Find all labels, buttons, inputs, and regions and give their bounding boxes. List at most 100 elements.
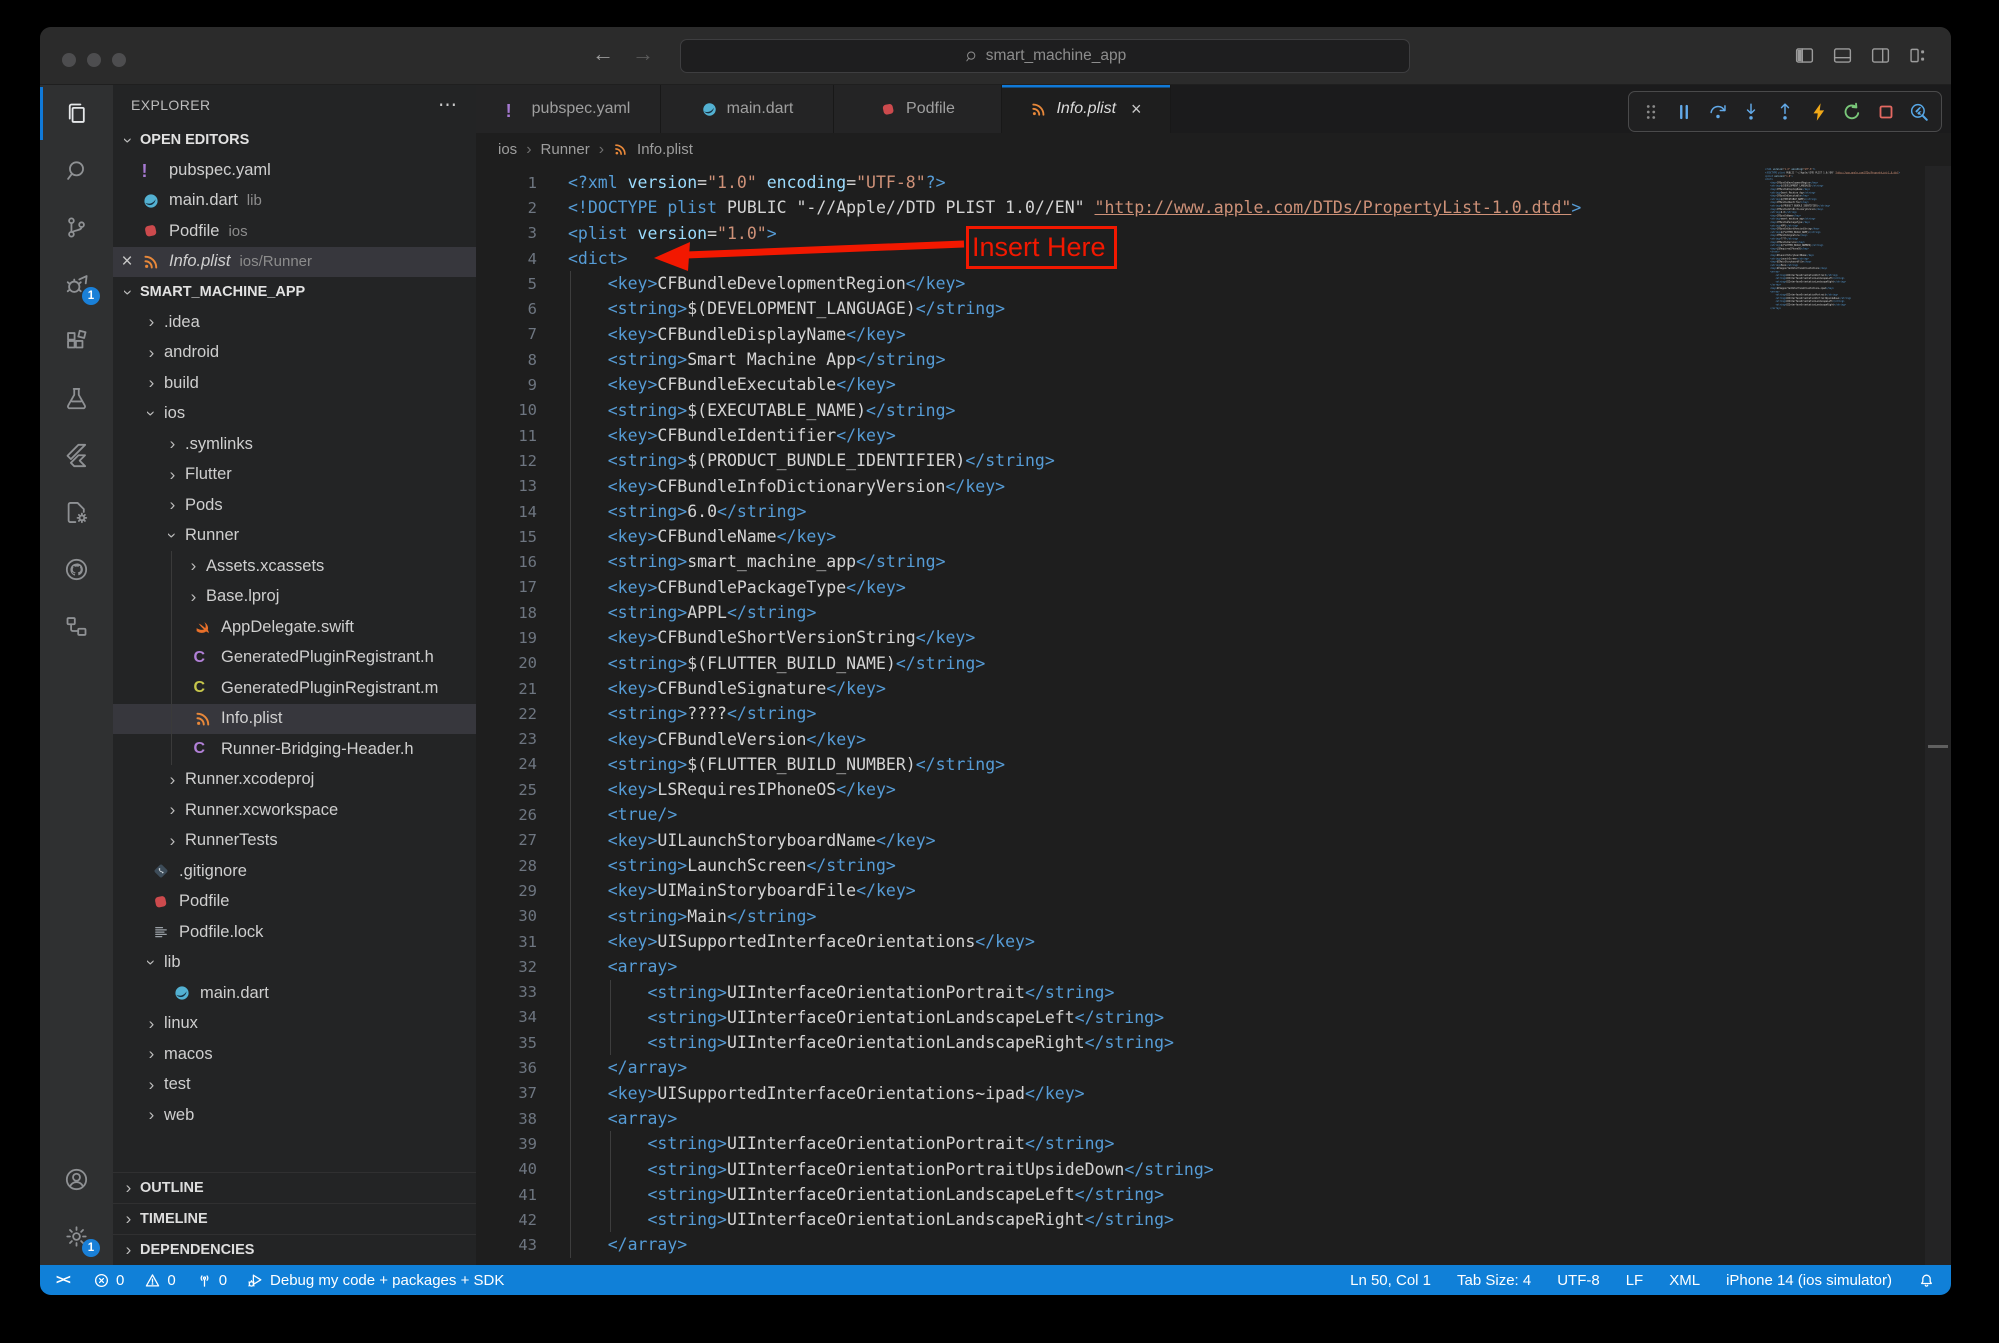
code-line[interactable]: 24 <string>$(FLUTTER_BUILD_NUMBER)</stri… — [476, 752, 1951, 777]
status-errors[interactable]: 0 — [93, 1272, 124, 1289]
tree-item-.gitignore[interactable]: .gitignore — [113, 856, 476, 887]
tree-item-linux[interactable]: ›linux — [113, 1009, 476, 1040]
tab-Podfile[interactable]: Podfile — [834, 85, 1002, 133]
code-line[interactable]: 16 <string>smart_machine_app</string> — [476, 549, 1951, 574]
minimize-window-button[interactable] — [87, 53, 101, 67]
activity-testing[interactable] — [40, 370, 113, 427]
tab-pubspec.yaml[interactable]: !pubspec.yaml — [476, 85, 661, 133]
code-line[interactable]: 29 <key>UIMainStoryboardFile</key> — [476, 878, 1951, 903]
status-device[interactable]: iPhone 14 (ios simulator) — [1726, 1272, 1892, 1289]
code-line[interactable]: 11 <key>CFBundleIdentifier</key> — [476, 423, 1951, 448]
breadcrumb-item[interactable]: Runner — [541, 141, 590, 158]
open-editor-Podfile[interactable]: Podfileios — [113, 216, 476, 247]
tree-item-Pods[interactable]: ›Pods — [113, 490, 476, 521]
tree-item-macos[interactable]: ›macos — [113, 1039, 476, 1070]
code-line[interactable]: 25 <key>LSRequiresIPhoneOS</key> — [476, 777, 1951, 802]
activity-github[interactable] — [40, 541, 113, 598]
code-line[interactable]: 30 <string>Main</string> — [476, 904, 1951, 929]
status-eol[interactable]: LF — [1626, 1272, 1644, 1289]
activity-explorer[interactable] — [40, 85, 113, 142]
step-over-button[interactable] — [1706, 100, 1730, 124]
activity-accounts[interactable] — [40, 1151, 113, 1208]
code-line[interactable]: 20 <string>$(FLUTTER_BUILD_NAME)</string… — [476, 651, 1951, 676]
tree-item-Base.lproj[interactable]: ›Base.lproj — [113, 582, 476, 613]
code-line[interactable]: 6 <string>$(DEVELOPMENT_LANGUAGE)</strin… — [476, 296, 1951, 321]
code-line[interactable]: 21 <key>CFBundleSignature</key> — [476, 676, 1951, 701]
activity-settings[interactable]: 1 — [40, 1208, 113, 1265]
status-indentation[interactable]: Tab Size: 4 — [1457, 1272, 1531, 1289]
code-line[interactable]: 42 <string>UIInterfaceOrientationLandsca… — [476, 1207, 1951, 1232]
code-line[interactable]: 23 <key>CFBundleVersion</key> — [476, 727, 1951, 752]
code-line[interactable]: 13 <key>CFBundleInfoDictionaryVersion</k… — [476, 474, 1951, 499]
status-notifications[interactable] — [1918, 1272, 1935, 1289]
tree-item-Runner-Bridging-Header.h[interactable]: CRunner-Bridging-Header.h — [113, 734, 476, 765]
tree-item-lib[interactable]: ›lib — [113, 948, 476, 979]
code-line[interactable]: 2<!DOCTYPE plist PUBLIC "-//Apple//DTD P… — [476, 195, 1951, 220]
tree-item-Podfile.lock[interactable]: Podfile.lock — [113, 917, 476, 948]
section-outline[interactable]: ›OUTLINE — [113, 1172, 476, 1203]
status-language-mode[interactable]: XML — [1669, 1272, 1700, 1289]
command-center-search[interactable]: smart_machine_app — [680, 39, 1410, 73]
open-editor-Info.plist[interactable]: ×Info.plistios/Runner — [113, 247, 476, 278]
code-line[interactable]: 19 <key>CFBundleShortVersionString</key> — [476, 625, 1951, 650]
breadcrumb-item[interactable]: ios — [498, 141, 517, 158]
minimap[interactable]: <?xml version="1.0" encoding="UTF-8"?><!… — [1765, 168, 1923, 343]
code-line[interactable]: 40 <string>UIInterfaceOrientationPortrai… — [476, 1157, 1951, 1182]
code-line[interactable]: 5 <key>CFBundleDevelopmentRegion</key> — [476, 271, 1951, 296]
tree-item-GeneratedPluginRegistrant.h[interactable]: CGeneratedPluginRegistrant.h — [113, 643, 476, 674]
tree-item-GeneratedPluginRegistrant.m[interactable]: CGeneratedPluginRegistrant.m — [113, 673, 476, 704]
stop-button[interactable] — [1874, 100, 1898, 124]
code-line[interactable]: 38 <array> — [476, 1106, 1951, 1131]
tree-item-.idea[interactable]: ›.idea — [113, 307, 476, 338]
code-line[interactable]: 26 <true/> — [476, 802, 1951, 827]
activity-references[interactable] — [40, 598, 113, 655]
code-line[interactable]: 28 <string>LaunchScreen</string> — [476, 853, 1951, 878]
tree-item-Flutter[interactable]: ›Flutter — [113, 460, 476, 491]
tree-item-test[interactable]: ›test — [113, 1070, 476, 1101]
hot-reload-button[interactable] — [1807, 100, 1831, 124]
status-warnings[interactable]: 0 — [144, 1272, 175, 1289]
activity-extensions[interactable] — [40, 313, 113, 370]
status-remote[interactable]: >< — [56, 1272, 73, 1289]
code-line[interactable]: 14 <string>6.0</string> — [476, 499, 1951, 524]
code-line[interactable]: 15 <key>CFBundleName</key> — [476, 524, 1951, 549]
code-line[interactable]: 12 <string>$(PRODUCT_BUNDLE_IDENTIFIER)<… — [476, 448, 1951, 473]
tree-item-ios[interactable]: ›ios — [113, 399, 476, 430]
drag-handle-button[interactable] — [1639, 100, 1663, 124]
step-out-button[interactable] — [1773, 100, 1797, 124]
tree-item-Runner.xcodeproj[interactable]: ›Runner.xcodeproj — [113, 765, 476, 796]
explorer-more-actions-icon[interactable]: ⋯ — [438, 94, 458, 117]
status-cursor-position[interactable]: Ln 50, Col 1 — [1350, 1272, 1431, 1289]
status-debug-session[interactable]: Debug my code + packages + SDK — [247, 1272, 504, 1289]
code-line[interactable]: 39 <string>UIInterfaceOrientationPortrai… — [476, 1131, 1951, 1156]
tree-item-build[interactable]: ›build — [113, 368, 476, 399]
code-line[interactable]: 36 </array> — [476, 1055, 1951, 1080]
tree-item-web[interactable]: ›web — [113, 1100, 476, 1131]
tab-main.dart[interactable]: main.dart — [661, 85, 834, 133]
open-editor-pubspec.yaml[interactable]: !pubspec.yaml — [113, 155, 476, 186]
section-dependencies[interactable]: ›DEPENDENCIES — [113, 1234, 476, 1265]
back-arrow-icon[interactable]: ← — [592, 41, 614, 67]
zoom-window-button[interactable] — [112, 53, 126, 67]
code-line[interactable]: 7 <key>CFBundleDisplayName</key> — [476, 322, 1951, 347]
restart-button[interactable] — [1840, 100, 1864, 124]
code-line[interactable]: 8 <string>Smart Machine App</string> — [476, 347, 1951, 372]
code-line[interactable]: 27 <key>UILaunchStoryboardName</key> — [476, 828, 1951, 853]
section-timeline[interactable]: ›TIMELINE — [113, 1203, 476, 1234]
code-line[interactable]: 22 <string>????</string> — [476, 701, 1951, 726]
activity-run-and-debug[interactable]: 1 — [40, 256, 113, 313]
code-line[interactable]: 34 <string>UIInterfaceOrientationLandsca… — [476, 1005, 1951, 1030]
tree-item-Assets.xcassets[interactable]: ›Assets.xcassets — [113, 551, 476, 582]
open-devtools-button[interactable] — [1907, 100, 1931, 124]
code-line[interactable]: 32 <array> — [476, 954, 1951, 979]
code-line[interactable]: 35 <string>UIInterfaceOrientationLandsca… — [476, 1030, 1951, 1055]
status-encoding[interactable]: UTF-8 — [1557, 1272, 1600, 1289]
project-root-header[interactable]: › SMART_MACHINE_APP — [113, 277, 476, 307]
breadcrumb-item[interactable]: Info.plist — [637, 141, 693, 158]
tree-item-Podfile[interactable]: Podfile — [113, 887, 476, 918]
close-icon[interactable]: × — [1131, 99, 1142, 120]
code-line[interactable]: 17 <key>CFBundlePackageType</key> — [476, 575, 1951, 600]
step-into-button[interactable] — [1739, 100, 1763, 124]
tree-item-Runner[interactable]: ›Runner — [113, 521, 476, 552]
code-line[interactable]: 1<?xml version="1.0" encoding="UTF-8"?> — [476, 170, 1951, 195]
